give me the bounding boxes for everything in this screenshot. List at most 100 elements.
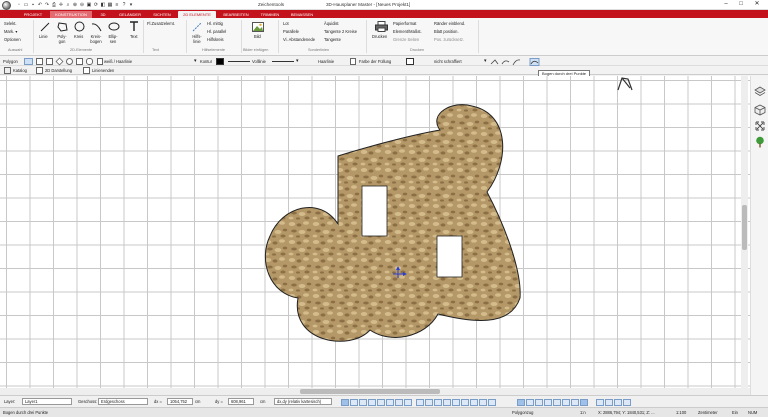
printer-icon[interactable] [375,21,388,32]
geschoss-select[interactable]: Erdgeschoss [98,398,148,405]
view-button-4[interactable] [544,399,552,406]
hl-mittig-button[interactable]: Hl. mittig [207,21,223,26]
snap-button-16[interactable] [479,399,487,406]
circle-icon[interactable] [74,21,85,32]
rounded-mode-icon[interactable] [86,58,93,65]
snap-button-4[interactable] [368,399,376,406]
snap-button-1[interactable] [341,399,349,406]
drawing-canvas[interactable] [0,76,750,388]
linestyle-label[interactable]: Volllinie [252,59,266,64]
lineweight-label[interactable]: Haarlinie [318,59,334,64]
tab-sichten[interactable]: SICHTEN [148,11,176,18]
abstandenede-button[interactable]: Vi. Abstandenede [283,37,315,42]
hilfslinie-icon[interactable] [192,22,202,32]
view-button-11[interactable] [614,399,622,406]
element-massstab-button[interactable]: Element/Maßst. [393,29,422,34]
circle-mode-icon[interactable] [66,58,73,65]
snap-button-2[interactable] [350,399,358,406]
papierformat-button[interactable]: Papierformat [393,21,416,26]
grenze-seiten-button[interactable]: Grenze Seiten [393,37,419,42]
horizontal-scroll-thumb[interactable] [300,389,440,394]
rect-mode-icon[interactable] [36,58,43,65]
selekt-button[interactable]: Selekt. [4,21,17,26]
linienenden-icon[interactable] [83,67,90,74]
dropdown-arrow-icon[interactable]: ▾ [484,59,487,64]
close-button[interactable]: ✕ [751,0,763,9]
open-icon[interactable]: ▭ [23,2,29,8]
tab-2d-elemente[interactable]: 2D ELEMENTE [178,11,216,18]
flaechen-zusatz-button[interactable]: Fl.Zusatzelemt. [147,21,175,26]
markieren-button[interactable]: Mark. ▾ [4,29,17,34]
snap-button-6[interactable] [386,399,394,406]
vertical-scroll-thumb[interactable] [742,205,747,250]
darstellung-button[interactable]: 2D Darstellung [45,68,72,73]
linienenden-button[interactable]: Linienenden [92,68,114,73]
snap-button-12[interactable] [443,399,451,406]
dx-input[interactable]: 1054,752 [167,398,193,405]
snap-button-11[interactable] [434,399,442,406]
view-button-8[interactable] [580,399,588,406]
raender-einblenden-button[interactable]: Ränder einblend. [434,21,465,26]
layer-icon[interactable]: ≡ [114,2,120,8]
refresh-icon[interactable]: ⟳ [93,2,99,8]
tab-gelaender[interactable]: GELÄNDER [114,11,146,18]
grid-icon[interactable]: ▦ [107,2,113,8]
arc-icon[interactable] [91,21,102,32]
hilfskreis-button[interactable]: Hilfskreis [207,37,224,42]
line-icon[interactable] [40,22,50,32]
katalog-icon[interactable] [4,67,11,74]
coordinate-mode-select[interactable]: dx,dy (relativ kartesisch) [274,398,332,405]
tangente-button[interactable]: Tangente [324,37,341,42]
tab-projekt[interactable]: PROJEKT [18,11,48,18]
view-button-7[interactable] [571,399,579,406]
tab-bemassen[interactable]: BEMASSEN [286,11,318,18]
new-icon[interactable]: ▫ [16,2,22,8]
kontur-color-swatch[interactable] [216,58,224,65]
cork-polygon-shape[interactable] [264,104,521,342]
view-button-1[interactable] [517,399,525,406]
tab-bearbeiten[interactable]: BEARBEITEN [218,11,254,18]
blatt-position-button[interactable]: Blatt position. [434,29,459,34]
minimize-button[interactable]: – [720,0,732,9]
fill-toggle-icon[interactable] [350,58,356,65]
square-mode-icon[interactable] [46,58,53,65]
snap-button-8[interactable] [404,399,412,406]
view-button-12[interactable] [623,399,631,406]
snap-button-13[interactable] [452,399,460,406]
tree-icon[interactable] [754,136,766,148]
polyline-mode-icon[interactable] [24,58,33,65]
tangente-2-kreise-button[interactable]: Tangente 2 Kreise [324,29,357,34]
tab-trimmen[interactable]: TRIMMEN [256,11,284,18]
more-icon[interactable]: ▾ [128,2,134,8]
tab-3d[interactable]: 3D [94,11,112,18]
fuellung-color-swatch[interactable] [406,58,414,65]
fill-style-label[interactable]: weiß / Haarlinie [104,59,132,64]
view-button-9[interactable] [596,399,604,406]
app-menu-icon[interactable] [2,1,11,10]
snap-button-5[interactable] [377,399,385,406]
optionen-button[interactable]: Optionen [4,37,21,42]
rhombus-mode-icon[interactable] [55,57,64,66]
pos-zuruecksetzen-button[interactable]: Pos. zurücksetz. [434,37,464,42]
zoom-out-icon[interactable]: ⊖ [79,2,85,8]
zoom-icon[interactable]: ⌕ [65,2,71,8]
dropdown-arrow-icon[interactable]: ▾ [194,59,197,64]
help-icon[interactable]: ? [121,2,127,8]
snap-button-9[interactable] [416,399,424,406]
dropdown-arrow-icon[interactable]: ▾ [296,59,299,64]
move-arrows-icon[interactable] [754,120,766,132]
layers-icon[interactable] [754,86,766,98]
layer-select[interactable]: Layer1 [22,398,72,405]
save-icon[interactable]: ▪ [30,2,36,8]
snap-button-3[interactable] [359,399,367,406]
fill-swatch-icon[interactable] [97,58,103,65]
trapezoid-mode-icon[interactable] [76,58,83,65]
ellipse-icon[interactable] [108,22,120,31]
snap-button-10[interactable] [425,399,433,406]
schraffur-label[interactable]: nicht schraffiert [434,59,462,64]
view-button-6[interactable] [562,399,570,406]
print-icon[interactable]: ⎙ [51,2,57,8]
katalog-button[interactable]: Katalog [13,68,27,73]
text-icon[interactable] [129,21,139,32]
view-button-3[interactable] [535,399,543,406]
